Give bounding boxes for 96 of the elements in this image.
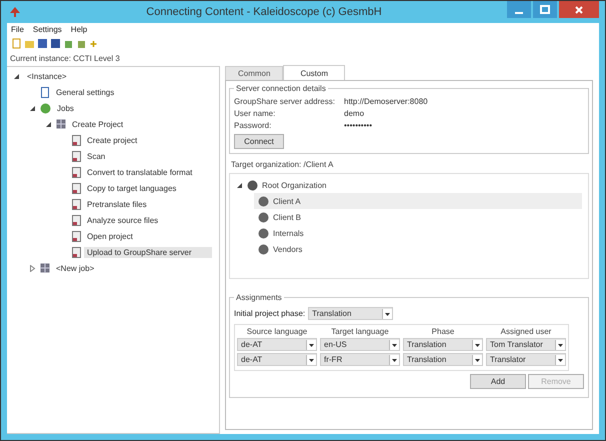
organization-icon	[258, 244, 269, 254]
tree-item[interactable]: Root Organization	[262, 180, 326, 190]
group-title: Server connection details	[235, 84, 327, 93]
tree-item[interactable]: Jobs	[54, 102, 77, 114]
tree-item[interactable]: Pretranslate files	[84, 198, 150, 210]
column-header: Target language	[330, 327, 390, 336]
tree-item[interactable]: Client A	[254, 193, 582, 209]
window-title: Connecting Content - Kaleidoscope (c) GesmbH	[145, 6, 383, 18]
input-field[interactable]: http://Demoserver:8080	[344, 96, 584, 106]
document-icon	[72, 230, 81, 242]
table-dropdown[interactable]: Tom Translator	[486, 338, 566, 351]
organization-name: Internals	[273, 228, 304, 238]
caret-icon	[389, 340, 399, 350]
caret-icon	[555, 354, 565, 364]
tree-item[interactable]: Create project	[84, 134, 140, 146]
document-icon	[72, 214, 81, 226]
field-label: Initial project phase:	[234, 309, 306, 318]
organization-icon	[247, 180, 258, 190]
organization-name: Client B	[273, 212, 302, 222]
caret-icon	[472, 340, 482, 350]
tree-item[interactable]: <New job>	[53, 262, 98, 274]
menu-item[interactable]: File	[11, 25, 24, 34]
tree-item[interactable]: Analyze source files	[84, 214, 162, 226]
caret-icon	[555, 340, 565, 350]
save-icon[interactable]	[37, 38, 48, 49]
new-file-icon[interactable]	[11, 38, 22, 49]
tree-item[interactable]: Upload to GroupShare server	[84, 246, 212, 258]
app-logo-icon	[9, 6, 21, 18]
globe-icon	[40, 102, 51, 114]
phase-dropdown[interactable]: Translation	[308, 307, 394, 320]
menu-item[interactable]: Help	[70, 25, 88, 34]
column-header: Phase	[430, 327, 456, 336]
table-dropdown[interactable]: Translator	[486, 353, 566, 366]
collapsed-arrow-icon[interactable]	[28, 264, 36, 272]
field-label: GroupShare server address:	[234, 96, 336, 106]
group-title: Assignments	[235, 293, 283, 302]
target-organization-label: Target organization: /Client A	[230, 159, 334, 171]
connect-button[interactable]: Connect	[234, 134, 284, 149]
tree-item[interactable]: Vendors	[254, 241, 582, 257]
table-dropdown[interactable]: Translation	[403, 338, 483, 351]
document-icon	[72, 134, 81, 146]
caret-icon	[382, 308, 392, 318]
caret-icon	[389, 354, 399, 364]
tree-item[interactable]: <Instance>	[24, 70, 70, 82]
column-header: Assigned user	[500, 327, 552, 336]
table-dropdown[interactable]: en-US	[320, 338, 400, 351]
organization-icon	[258, 212, 269, 222]
tab[interactable]: Custom	[283, 65, 346, 80]
document-icon	[72, 198, 81, 210]
page-icon	[40, 86, 50, 98]
close-button[interactable]	[559, 1, 599, 18]
menu-item[interactable]: Settings	[32, 25, 62, 34]
column-header: Source language	[246, 327, 308, 336]
document-icon	[72, 166, 81, 178]
organization-name: Client A	[273, 196, 301, 206]
field-label: User name:	[234, 108, 276, 118]
input-field[interactable]: ••••••••••	[344, 120, 584, 130]
tab[interactable]: Common	[225, 66, 284, 80]
plus-icon[interactable]	[89, 38, 98, 49]
tree-item[interactable]: Internals	[254, 225, 582, 241]
caret-icon	[472, 354, 482, 364]
expanded-arrow-icon[interactable]	[12, 72, 20, 80]
current-instance-label: Current instance: CCTI Level 3	[9, 53, 121, 65]
grid-icon	[40, 263, 50, 273]
close-icon	[574, 4, 584, 14]
field-label: Password:	[234, 120, 272, 130]
organization-name: Vendors	[273, 244, 302, 254]
expanded-arrow-icon[interactable]	[44, 120, 52, 128]
organization-icon	[258, 196, 269, 206]
tree-item[interactable]: Open project	[84, 230, 136, 242]
document-icon	[72, 246, 81, 258]
tree-item[interactable]: General settings	[53, 86, 118, 98]
organization-icon	[258, 228, 269, 238]
caret-icon	[306, 354, 316, 364]
caret-icon	[306, 340, 316, 350]
expanded-arrow-icon[interactable]	[28, 104, 36, 112]
minimize-button[interactable]	[507, 1, 531, 18]
table-dropdown[interactable]: Translation	[403, 353, 483, 366]
tree-item[interactable]: Convert to translatable format	[84, 166, 196, 178]
input-field[interactable]: demo	[344, 108, 584, 118]
minimize-icon	[515, 12, 523, 14]
document-icon	[72, 182, 81, 194]
table-dropdown[interactable]: de-AT	[237, 338, 317, 351]
maximize-button[interactable]	[533, 1, 557, 18]
maximize-icon	[540, 4, 550, 14]
expanded-arrow-icon[interactable]	[236, 182, 243, 188]
document-icon	[72, 150, 81, 162]
tree-item[interactable]: Scan	[84, 150, 108, 162]
table-dropdown[interactable]: de-AT	[237, 353, 317, 366]
tree-item[interactable]: Client B	[254, 209, 582, 225]
action-button[interactable]: Add	[470, 374, 526, 389]
table-dropdown[interactable]: fr-FR	[320, 353, 400, 366]
save-all-icon[interactable]	[50, 38, 61, 49]
tree-item[interactable]: Create Project	[69, 118, 126, 130]
tree-item[interactable]: Copy to target languages	[84, 182, 180, 194]
grid-icon	[56, 119, 66, 129]
